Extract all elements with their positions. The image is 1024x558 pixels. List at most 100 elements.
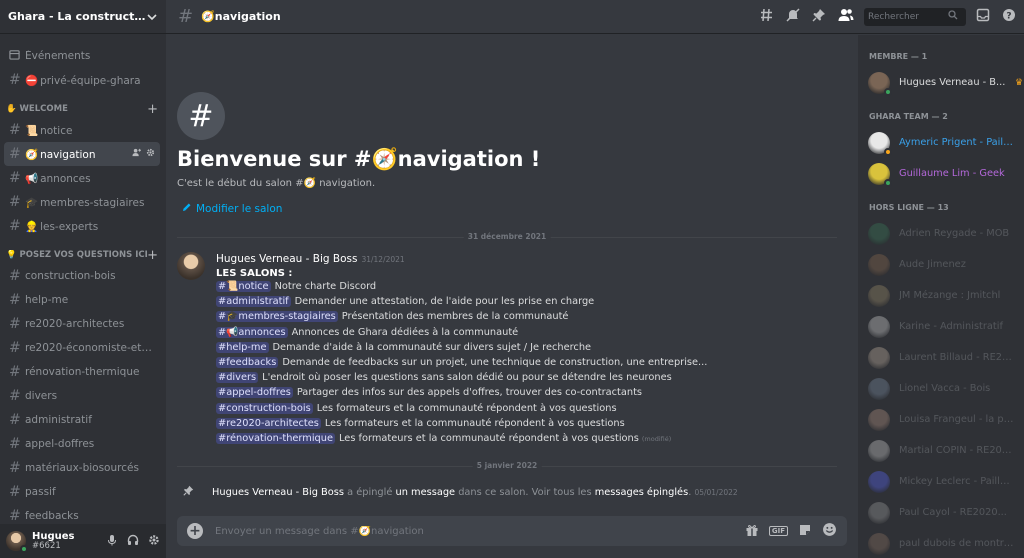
- channel-name: feedbacks: [25, 510, 79, 522]
- channel-matériaux-biosourcés[interactable]: # matériaux-biosourcés: [4, 456, 160, 480]
- add-channel-icon[interactable]: +: [147, 102, 158, 117]
- pinned-message-link[interactable]: un message: [396, 487, 456, 498]
- member-item[interactable]: Mickey Leclerc - Paille...: [858, 466, 1024, 497]
- hash-icon: #: [9, 218, 21, 234]
- hash-icon: #: [9, 146, 21, 162]
- author-avatar[interactable]: [177, 252, 205, 280]
- channel-construction-bois[interactable]: # construction-bois: [4, 264, 160, 288]
- channel-mention[interactable]: #📜notice: [216, 281, 271, 292]
- gear-icon[interactable]: [148, 534, 160, 549]
- channel-0[interactable]: Événements: [4, 44, 160, 68]
- pin-author[interactable]: Hugues Verneau - Big Boss: [212, 487, 344, 498]
- channel-passif[interactable]: # passif: [4, 480, 160, 504]
- invite-icon[interactable]: [132, 148, 141, 160]
- message-line: #divers L'endroit où poser les questions …: [216, 370, 836, 385]
- channel-navigation[interactable]: # 🧭 navigation: [4, 142, 160, 166]
- member-item[interactable]: Martial COPIN - RE202...: [858, 435, 1024, 466]
- channel-rénovation-thermique[interactable]: # rénovation-thermique: [4, 360, 160, 384]
- member-name: Aymeric Prigent - Paill...: [899, 137, 1014, 148]
- channel-mention[interactable]: #divers: [216, 372, 259, 384]
- message-line: #📢annonces Annonces de Ghara dédiées à la…: [216, 325, 836, 340]
- member-item[interactable]: Aude Jimenez: [858, 249, 1024, 280]
- member-name: Mickey Leclerc - Paille...: [899, 476, 1014, 487]
- add-channel-icon[interactable]: +: [147, 248, 158, 263]
- gif-button[interactable]: GIF: [768, 526, 788, 536]
- member-name: JM Mézange : Jmitchl: [899, 290, 1001, 301]
- gear-icon[interactable]: [146, 148, 155, 160]
- edit-channel-link[interactable]: Modifier le salon: [182, 202, 282, 215]
- gift-icon[interactable]: [745, 523, 759, 540]
- microphone-icon[interactable]: [106, 534, 118, 549]
- notification-muted-icon[interactable]: [786, 8, 800, 25]
- server-header[interactable]: Ghara - La construction ...: [0, 0, 166, 34]
- hash-icon: #: [9, 170, 21, 186]
- hash-icon: #: [9, 72, 21, 88]
- channel-mention[interactable]: #construction-bois: [216, 402, 313, 414]
- channel-mention[interactable]: #re2020-architectes: [216, 417, 321, 429]
- member-item[interactable]: Lionel Vacca - Bois: [858, 373, 1024, 404]
- member-item[interactable]: paul dubois de montre...: [858, 528, 1024, 558]
- attach-plus-icon[interactable]: +: [187, 523, 203, 539]
- pin-icon[interactable]: [812, 8, 826, 25]
- member-item[interactable]: Paul Cayol - RE2020...: [858, 497, 1024, 528]
- inbox-icon[interactable]: [976, 8, 990, 25]
- category-header[interactable]: ✋ WELCOME +: [0, 100, 166, 118]
- user-avatar[interactable]: [6, 531, 28, 553]
- category-header[interactable]: 💡 POSEZ VOS QUESTIONS ICI : +: [0, 246, 166, 264]
- member-avatar: [868, 408, 890, 431]
- channel-divers[interactable]: # divers: [4, 384, 160, 408]
- member-item[interactable]: JM Mézange : Jmitchl: [858, 280, 1024, 311]
- channel-appel-doffres[interactable]: # appel-doffres: [4, 432, 160, 456]
- channel-help-me[interactable]: # help-me: [4, 288, 160, 312]
- message-input[interactable]: [215, 525, 745, 537]
- channel-emoji: 📢: [25, 172, 39, 185]
- member-item[interactable]: Adrien Reygade - MOB: [858, 218, 1024, 249]
- channel-membres-stagiaires[interactable]: # 🎓 membres-stagiaires: [4, 190, 160, 214]
- channel-administratif[interactable]: # administratif: [4, 408, 160, 432]
- channel-annonces[interactable]: # 📢 annonces: [4, 166, 160, 190]
- headphones-icon[interactable]: [127, 534, 139, 549]
- member-item[interactable]: Hugues Verneau - B... ♛: [858, 67, 1024, 98]
- member-item[interactable]: Aymeric Prigent - Paill...: [858, 127, 1024, 158]
- sticker-icon[interactable]: [798, 523, 812, 540]
- hash-icon: #: [9, 508, 21, 522]
- channel-feedbacks[interactable]: # feedbacks: [4, 504, 160, 522]
- member-name: Laurent Billaud - RE20...: [899, 352, 1014, 363]
- help-icon[interactable]: ?: [1002, 8, 1016, 25]
- pinned-messages-link[interactable]: messages épinglés: [595, 487, 689, 498]
- channel-mention[interactable]: #📢annonces: [216, 326, 288, 338]
- channel-les-experts[interactable]: # 👷 les-experts: [4, 214, 160, 238]
- channel-mention[interactable]: #rénovation-thermique: [216, 432, 336, 444]
- search-box[interactable]: [864, 7, 966, 26]
- channel-header: # 🧭navigation ?: [166, 0, 1024, 34]
- channel-mention[interactable]: #help-me: [216, 341, 269, 353]
- threads-icon[interactable]: [760, 8, 774, 25]
- member-list-icon[interactable]: [838, 8, 854, 25]
- channel-1[interactable]: # ⛔ privé-équipe-ghara: [4, 68, 160, 92]
- channel-mention[interactable]: #feedbacks: [216, 356, 279, 368]
- message-author[interactable]: Hugues Verneau - Big Boss: [216, 253, 357, 265]
- channel-label: matériaux-biosourcés: [25, 462, 155, 474]
- emoji-icon[interactable]: [822, 522, 837, 540]
- line-text: Les formateurs et la communauté réponden…: [339, 432, 639, 444]
- hash-icon: #: [178, 6, 194, 27]
- message-line: #construction-bois Les formateurs et la c…: [216, 401, 836, 416]
- pin-text-2: dans ce salon. Voir tous les: [458, 486, 592, 498]
- search-input[interactable]: [868, 11, 948, 22]
- channel-mention[interactable]: #administratif: [216, 296, 291, 308]
- member-item[interactable]: Louisa Frangeul - la po...: [858, 404, 1024, 435]
- channel-notice[interactable]: # 📜 notice: [4, 118, 160, 142]
- member-item[interactable]: Guillaume Lim - Geek: [858, 158, 1024, 189]
- channel-mention[interactable]: #🎓membres-stagiaires: [216, 311, 338, 323]
- channel-name: divers: [25, 390, 58, 402]
- line-text: Demande de feedbacks sur un projet, une …: [282, 356, 708, 368]
- member-item[interactable]: Karine - Administratif: [858, 311, 1024, 342]
- member-item[interactable]: Laurent Billaud - RE20...: [858, 342, 1024, 373]
- hash-icon: #: [9, 436, 21, 452]
- member-avatar: [868, 222, 890, 245]
- channel-re2020-économiste-et-be[interactable]: # re2020-économiste-et-be: [4, 336, 160, 360]
- channel-re2020-architectes[interactable]: # re2020-architectes: [4, 312, 160, 336]
- user-info[interactable]: Hugues #6621: [32, 531, 106, 551]
- channel-mention[interactable]: #appel-doffres: [216, 387, 293, 399]
- member-name: Hugues Verneau - B...: [899, 77, 1006, 88]
